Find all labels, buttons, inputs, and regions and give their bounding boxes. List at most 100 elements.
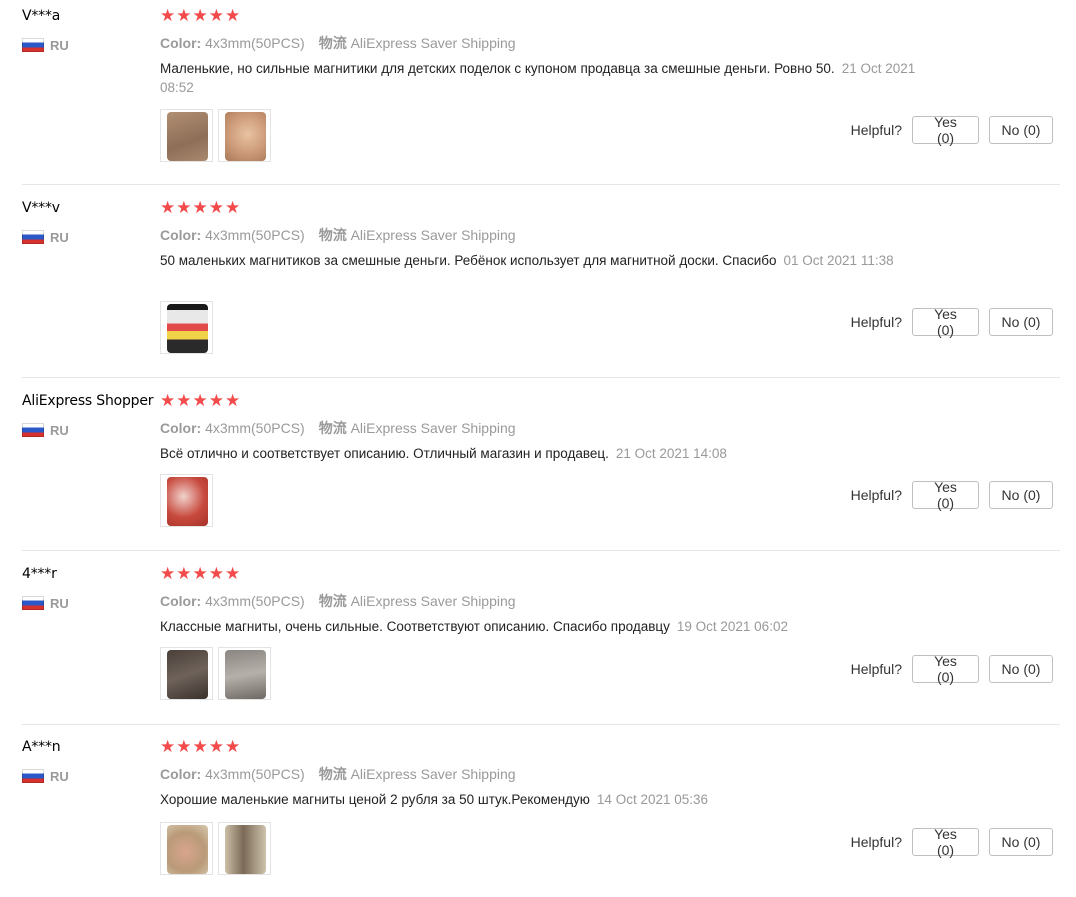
review-photo-image xyxy=(167,825,208,874)
reviewer-name: V***v xyxy=(22,200,60,216)
star-icon: ★ xyxy=(192,391,208,411)
shipping-label: 物流 xyxy=(318,35,347,51)
star-icon: ★ xyxy=(208,198,224,218)
review-photo-thumbnail[interactable] xyxy=(160,647,213,700)
reviewer-country: RU xyxy=(22,767,69,785)
review-photo-thumbnail[interactable] xyxy=(160,474,213,527)
review-photo-thumbnail[interactable] xyxy=(218,822,271,875)
star-icon: ★ xyxy=(208,564,224,584)
color-value: 4x3mm(50PCS) xyxy=(205,766,305,782)
shipping-value: AliExpress Saver Shipping xyxy=(350,227,516,243)
star-rating: ★ ★ ★ ★ ★ xyxy=(160,200,240,217)
review-photo-image xyxy=(167,477,208,526)
review-body: Хорошие маленькие магниты ценой 2 рубля … xyxy=(160,792,590,807)
country-code: RU xyxy=(50,229,69,245)
color-label: Color: xyxy=(160,593,202,609)
star-icon: ★ xyxy=(176,737,192,757)
star-rating: ★ ★ ★ ★ ★ xyxy=(160,8,240,25)
helpful-voting: Helpful? Yes (0) No (0) xyxy=(850,114,1053,146)
reviewer-country: RU xyxy=(22,421,69,439)
country-code: RU xyxy=(50,422,69,438)
reviewer-country: RU xyxy=(22,36,69,54)
review-photo-thumbnail[interactable] xyxy=(160,822,213,875)
review-item: V***v RU ★ ★ ★ ★ ★ Color: 4x3mm(50PCS) 物流 AliExp… xyxy=(0,192,1076,378)
review-body: 50 маленьких магнитиков за смешные деньг… xyxy=(160,253,777,268)
review-text: 50 маленьких магнитиков за смешные деньг… xyxy=(160,251,945,270)
review-photo-image xyxy=(167,304,208,353)
review-photo-thumbnail[interactable] xyxy=(160,301,213,354)
review-item: A***n RU ★ ★ ★ ★ ★ Color: 4x3mm(50PCS) 物流 AliExp… xyxy=(0,731,1076,897)
review-sku-info: Color: 4x3mm(50PCS) 物流 AliExpress Saver S… xyxy=(160,225,516,245)
russia-flag-icon xyxy=(22,423,44,437)
reviewer-country: RU xyxy=(22,228,69,246)
shipping-value: AliExpress Saver Shipping xyxy=(350,420,516,436)
star-icon: ★ xyxy=(176,564,192,584)
helpful-yes-button[interactable]: Yes (0) xyxy=(912,826,979,858)
helpful-no-button[interactable]: No (0) xyxy=(989,308,1053,336)
star-icon: ★ xyxy=(160,564,176,584)
review-text: Классные магниты, очень сильные. Соответ… xyxy=(160,617,945,636)
russia-flag-icon xyxy=(22,38,44,52)
color-label: Color: xyxy=(160,35,202,51)
review-photo-thumbnail[interactable] xyxy=(218,647,271,700)
helpful-yes-button[interactable]: Yes (0) xyxy=(912,653,979,685)
shipping-value: AliExpress Saver Shipping xyxy=(350,593,516,609)
star-icon: ★ xyxy=(208,737,224,757)
review-photo-image xyxy=(225,112,266,161)
shipping-value: AliExpress Saver Shipping xyxy=(350,35,516,51)
helpful-label: Helpful? xyxy=(850,314,902,330)
color-value: 4x3mm(50PCS) xyxy=(205,420,305,436)
helpful-no-button[interactable]: No (0) xyxy=(989,481,1053,509)
review-body: Всё отлично и соответствует описанию. От… xyxy=(160,446,609,461)
helpful-no-button[interactable]: No (0) xyxy=(989,116,1053,144)
review-text: Хорошие маленькие магниты ценой 2 рубля … xyxy=(160,790,945,809)
helpful-voting: Helpful? Yes (0) No (0) xyxy=(850,653,1053,685)
star-icon: ★ xyxy=(208,391,224,411)
review-body: Маленькие, но сильные магнитики для детс… xyxy=(160,61,835,76)
star-icon: ★ xyxy=(176,391,192,411)
helpful-label: Helpful? xyxy=(850,122,902,138)
helpful-voting: Helpful? Yes (0) No (0) xyxy=(851,826,1053,858)
review-photos xyxy=(160,109,271,162)
helpful-yes-button[interactable]: Yes (0) xyxy=(912,306,979,338)
color-label: Color: xyxy=(160,420,202,436)
star-rating: ★ ★ ★ ★ ★ xyxy=(160,566,240,583)
review-date: 01 Oct 2021 11:38 xyxy=(783,253,894,268)
country-code: RU xyxy=(50,768,69,784)
helpful-yes-button[interactable]: Yes (0) xyxy=(912,114,979,146)
reviewer-name: 4***r xyxy=(22,566,57,582)
review-photos xyxy=(160,647,271,700)
color-value: 4x3mm(50PCS) xyxy=(205,35,305,51)
review-photo-thumbnail[interactable] xyxy=(218,109,271,162)
star-icon: ★ xyxy=(225,198,241,218)
helpful-yes-button[interactable]: Yes (0) xyxy=(912,479,979,511)
review-photos xyxy=(160,301,213,354)
helpful-no-button[interactable]: No (0) xyxy=(989,828,1053,856)
helpful-label: Helpful? xyxy=(850,661,902,677)
star-icon: ★ xyxy=(225,564,241,584)
shipping-label: 物流 xyxy=(318,766,347,782)
review-item: 4***r RU ★ ★ ★ ★ ★ Color: 4x3mm(50PCS) 物流 AliExp… xyxy=(0,558,1076,725)
shipping-label: 物流 xyxy=(318,227,347,243)
review-sku-info: Color: 4x3mm(50PCS) 物流 AliExpress Saver S… xyxy=(160,764,516,784)
star-icon: ★ xyxy=(176,6,192,26)
review-photo-thumbnail[interactable] xyxy=(160,109,213,162)
shipping-value: AliExpress Saver Shipping xyxy=(350,766,516,782)
review-item: AliExpress Shopper RU ★ ★ ★ ★ ★ Color: 4x3mm(50… xyxy=(0,385,1076,551)
star-icon: ★ xyxy=(160,391,176,411)
star-icon: ★ xyxy=(160,198,176,218)
star-rating: ★ ★ ★ ★ ★ xyxy=(160,393,240,410)
russia-flag-icon xyxy=(22,596,44,610)
review-sku-info: Color: 4x3mm(50PCS) 物流 AliExpress Saver S… xyxy=(160,591,516,611)
color-label: Color: xyxy=(160,227,202,243)
star-icon: ★ xyxy=(208,6,224,26)
star-rating: ★ ★ ★ ★ ★ xyxy=(160,739,240,756)
reviewer-name: V***a xyxy=(22,8,61,24)
star-icon: ★ xyxy=(176,198,192,218)
review-photo-image xyxy=(167,650,208,699)
helpful-no-button[interactable]: No (0) xyxy=(989,655,1053,683)
review-sku-info: Color: 4x3mm(50PCS) 物流 AliExpress Saver S… xyxy=(160,33,516,53)
review-sku-info: Color: 4x3mm(50PCS) 物流 AliExpress Saver S… xyxy=(160,418,516,438)
review-date: 14 Oct 2021 05:36 xyxy=(596,792,709,807)
shipping-label: 物流 xyxy=(318,593,347,609)
